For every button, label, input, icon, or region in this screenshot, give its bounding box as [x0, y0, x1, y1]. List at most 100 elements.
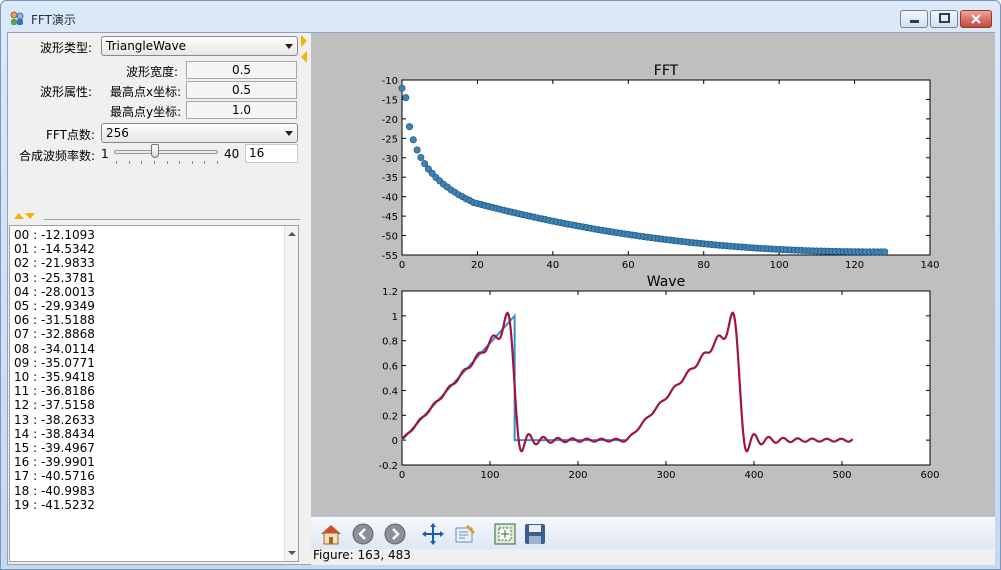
peak-y-field[interactable]: 1.0: [186, 101, 297, 119]
x-tick-label: 200: [568, 470, 587, 481]
collapse-up-icon: [14, 213, 24, 219]
back-icon[interactable]: [351, 522, 375, 546]
list-scrollbar[interactable]: [284, 226, 298, 561]
home-icon[interactable]: [319, 522, 343, 546]
y-tick-label: -15: [382, 95, 398, 106]
y-tick-label: 0.2: [382, 411, 398, 422]
x-tick-label: 20: [471, 260, 484, 271]
plot-panel: 0 20 40 60 80 100 120 140 -55 -50 -45 -40 -35 -30 -25-…: [311, 33, 995, 565]
client-area: 波形类型: TriangleWave 波形宽度: 0.5 波形属性: 最高点x坐…: [7, 32, 995, 565]
fft-point: [409, 136, 417, 144]
y-tick-label: -35: [382, 173, 398, 184]
scroll-down-icon[interactable]: [288, 551, 296, 555]
figure-canvas[interactable]: 0 20 40 60 80 100 120 140-55-50-45-40-35-30-25-…: [311, 33, 995, 516]
y-tick-label: 0.8: [382, 337, 398, 348]
width-label: 波形宽度:: [126, 65, 179, 79]
fft-point: [406, 123, 414, 131]
y-tick-label: 1.2: [382, 287, 398, 298]
fft-points-select[interactable]: 256: [101, 123, 298, 143]
wave-props-label: 波形属性:: [40, 85, 93, 99]
x-tick-label: 0: [399, 260, 405, 271]
list-item[interactable]: 12 : -37.5158: [14, 398, 298, 412]
list-item[interactable]: 19 : -41.5232: [14, 498, 298, 512]
list-item[interactable]: 17 : -40.5716: [14, 469, 298, 483]
y-tick-label: 0: [392, 436, 398, 447]
list-item[interactable]: 07 : -32.8868: [14, 327, 298, 341]
wave-type-select[interactable]: TriangleWave: [101, 36, 298, 56]
collapse-down-icon: [25, 213, 35, 219]
list-item[interactable]: 02 : -21.9833: [14, 256, 298, 270]
list-item[interactable]: 09 : -35.0771: [14, 356, 298, 370]
list-item[interactable]: 18 : -40.9983: [14, 484, 298, 498]
minimize-button[interactable]: [900, 10, 928, 28]
fft-points-value: 256: [106, 126, 129, 140]
y-tick-label: -0.2: [378, 461, 398, 472]
control-panel: 波形类型: TriangleWave 波形宽度: 0.5 波形属性: 最高点x坐…: [8, 33, 306, 565]
freq-slider-thumb[interactable]: [151, 144, 159, 158]
expand-right-icon: [301, 35, 307, 47]
wave-type-label: 波形类型:: [40, 41, 93, 55]
list-item[interactable]: 15 : -39.4967: [14, 441, 298, 455]
x-tick-label: 40: [546, 260, 559, 271]
close-button[interactable]: [960, 10, 992, 28]
close-icon: [971, 14, 981, 24]
plot-area: [401, 290, 931, 466]
y-tick-label: -50: [382, 232, 398, 243]
y-tick-label: -45: [382, 212, 398, 223]
pan-icon[interactable]: [421, 522, 445, 546]
fft-point: [881, 248, 889, 256]
x-tick-label: 100: [770, 260, 789, 271]
list-item[interactable]: 06 : -31.5188: [14, 313, 298, 327]
x-tick-label: 500: [832, 470, 851, 481]
y-tick-label: -55: [382, 251, 398, 262]
window-title: FFT演示: [31, 13, 76, 27]
save-icon[interactable]: [523, 522, 547, 546]
fft-point: [398, 84, 406, 92]
peak-y-label: 最高点y坐标:: [110, 105, 182, 119]
peak-x-field[interactable]: 0.5: [186, 81, 297, 99]
zoom-rect-icon[interactable]: [493, 522, 517, 546]
y-tick-label: -30: [382, 154, 398, 165]
freq-slider-track[interactable]: [114, 150, 218, 154]
list-item[interactable]: 05 : -29.9349: [14, 299, 298, 313]
x-tick-label: 60: [622, 260, 635, 271]
maximize-button[interactable]: [930, 10, 958, 28]
chart-title: Wave: [647, 274, 685, 290]
slider-ticks: [116, 161, 218, 165]
freq-count-label: 合成波频率数:: [19, 149, 96, 163]
y-tick-label: -25: [382, 134, 398, 145]
list-item[interactable]: 16 : -39.9901: [14, 455, 298, 469]
app-window: FFT演示 波形类型: TriangleWave 波形宽度: 0.5 波形属性:…: [0, 0, 1001, 570]
list-item[interactable]: 11 : -36.8186: [14, 384, 298, 398]
x-tick-label: 0: [399, 470, 405, 481]
splitter-handle[interactable]: [301, 35, 307, 63]
x-tick-label: 140: [920, 260, 939, 271]
freq-count-field[interactable]: 16: [245, 144, 298, 163]
list-item[interactable]: 08 : -34.0114: [14, 342, 298, 356]
panel-collapse-handle[interactable]: [14, 213, 35, 219]
forward-icon[interactable]: [383, 522, 407, 546]
width-field[interactable]: 0.5: [186, 61, 297, 79]
subplot-config-icon[interactable]: [453, 522, 477, 546]
x-tick-label: 600: [920, 470, 939, 481]
x-tick-label: 400: [744, 470, 763, 481]
list-item[interactable]: 14 : -38.8434: [14, 427, 298, 441]
title-bar[interactable]: FFT演示: [1, 1, 1000, 33]
list-item[interactable]: 13 : -38.2633: [14, 413, 298, 427]
x-tick-label: 120: [845, 260, 864, 271]
y-tick-label: -10: [382, 76, 398, 87]
list-item[interactable]: 01 : -14.5342: [14, 242, 298, 256]
slider-min-label: 1: [101, 147, 109, 161]
x-tick-label: 100: [480, 470, 499, 481]
plot-area: [401, 79, 931, 256]
list-item[interactable]: 04 : -28.0013: [14, 285, 298, 299]
list-item[interactable]: 10 : -35.9418: [14, 370, 298, 384]
fft-values-list[interactable]: 00 : -12.1093 01 : -14.5342 02 : -21.9833 0…: [9, 225, 299, 562]
app-icon: [10, 11, 24, 25]
y-tick-label: 0.6: [382, 362, 398, 373]
scroll-up-icon[interactable]: [288, 232, 296, 236]
chart-title: FFT: [654, 63, 679, 79]
list-item[interactable]: 03 : -25.3781: [14, 271, 298, 285]
list-item[interactable]: 00 : -12.1093: [14, 228, 298, 242]
status-bar: Figure: 163, 483: [311, 549, 995, 565]
